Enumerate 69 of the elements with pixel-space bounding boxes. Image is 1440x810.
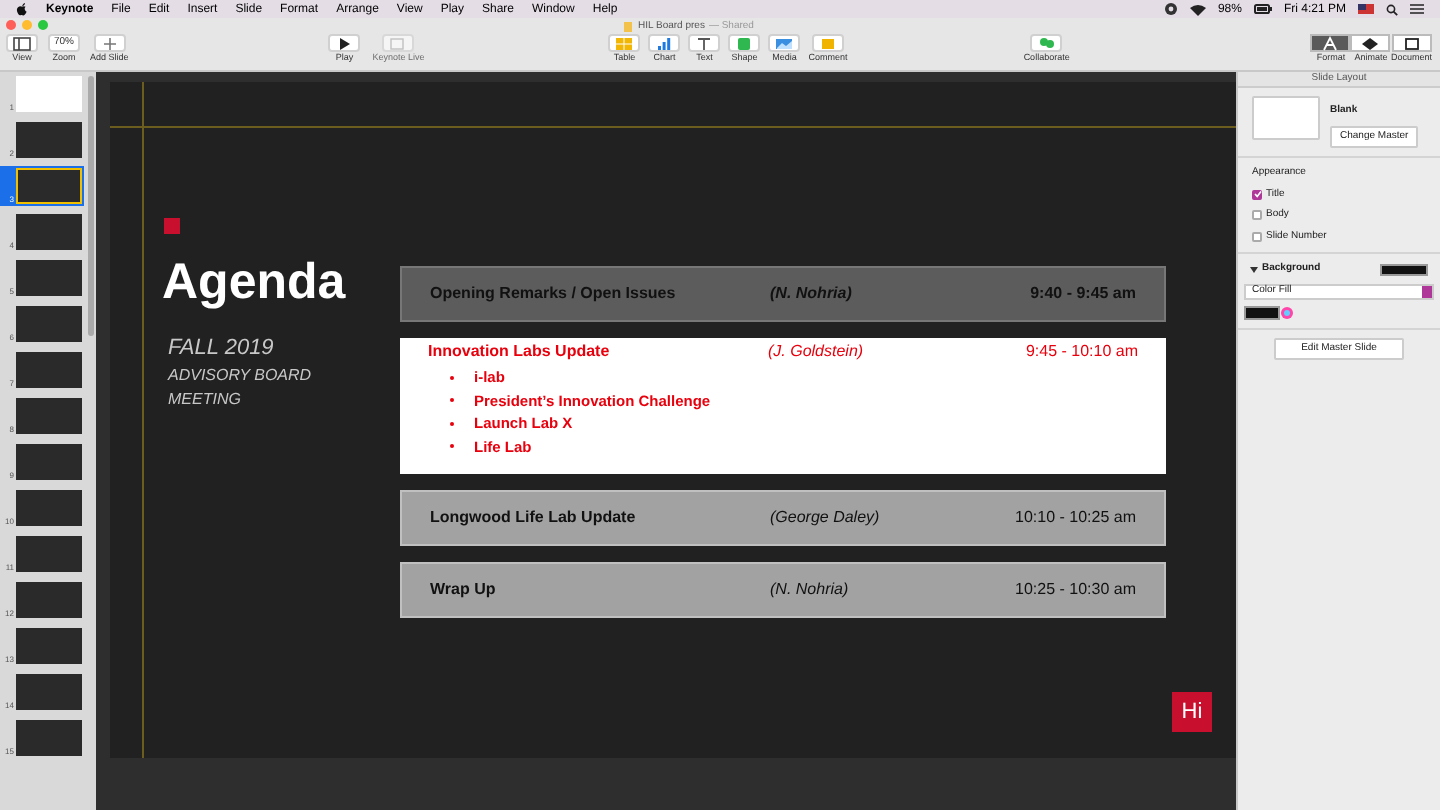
- logo-badge: Hi: [1172, 692, 1212, 732]
- document-icon: [624, 22, 634, 33]
- inspector-tab[interactable]: [1310, 34, 1351, 52]
- inspector-tab[interactable]: [1350, 34, 1391, 52]
- subtitle-line: ADVISORY BOARD: [168, 368, 312, 384]
- toolbar-button[interactable]: [688, 34, 721, 52]
- agenda-topic: Opening Remarks / Open Issues: [430, 286, 678, 302]
- slide-title: Agenda: [162, 258, 346, 308]
- slide-thumbnail: [16, 674, 82, 710]
- agenda-time: 10:25 - 10:30 am: [1015, 582, 1136, 598]
- apple-logo-icon: [16, 2, 28, 16]
- checkbox[interactable]: [1252, 210, 1262, 221]
- inspector-tab[interactable]: [1391, 34, 1432, 52]
- slide-thumbnail: [16, 720, 82, 756]
- accent-square: [164, 218, 180, 234]
- agenda-time: 10:10 - 10:25 am: [1015, 510, 1136, 526]
- agenda-topic: Innovation Labs Update: [428, 344, 612, 360]
- battery-icon: [1253, 4, 1272, 14]
- agenda-presenter: (N. Nohria): [770, 286, 854, 302]
- people-icon: [1038, 36, 1055, 50]
- shape-icon: [734, 35, 755, 51]
- scrollbar[interactable]: [88, 76, 94, 336]
- toolbar-button[interactable]: [6, 34, 38, 52]
- agenda-presenter: (J. Goldstein): [768, 344, 866, 360]
- view-icon: [12, 35, 32, 51]
- text-icon: [694, 35, 715, 51]
- media-icon: [774, 35, 795, 51]
- list-icon: [1410, 4, 1424, 14]
- comment-icon: [818, 35, 839, 51]
- slide-thumbnail: [16, 306, 82, 342]
- animate-icon: [1360, 35, 1381, 51]
- slide-thumbnail: [16, 398, 82, 434]
- live-icon: [388, 35, 409, 51]
- slide-thumbnail: [16, 260, 82, 296]
- slide-thumbnail: [16, 628, 82, 664]
- toolbar-button[interactable]: [328, 34, 361, 52]
- master-thumbnail[interactable]: [1252, 96, 1320, 140]
- subtitle-line: FALL 2019: [168, 338, 276, 360]
- agenda-topic: Wrap Up: [430, 582, 498, 598]
- color-well[interactable]: [1244, 305, 1280, 319]
- collaborate-button[interactable]: [1030, 34, 1063, 52]
- table-icon: [614, 35, 635, 51]
- color-wheel-icon: [1280, 305, 1294, 319]
- chart-icon: [654, 35, 675, 51]
- document-icon: [1401, 35, 1422, 51]
- agenda-topic: Longwood Life Lab Update: [430, 510, 638, 526]
- agenda-presenter: (N. Nohria): [770, 582, 851, 598]
- slide-thumbnail: [16, 536, 82, 572]
- wifi-icon: [1189, 3, 1206, 15]
- flag-icon: [1358, 4, 1374, 14]
- slide-thumbnail: [16, 582, 82, 618]
- agenda-time: 9:40 - 9:45 am: [1030, 286, 1136, 302]
- agenda-time: 9:45 - 10:10 am: [1025, 344, 1138, 360]
- slide-thumbnail: [16, 168, 82, 204]
- add-icon: [99, 35, 120, 51]
- check-icon: [1253, 190, 1261, 199]
- color-well[interactable]: [1380, 263, 1428, 276]
- slide-thumbnail: [16, 76, 82, 112]
- slide-thumbnail: [16, 122, 82, 158]
- agenda-presenter: (George Daley): [770, 510, 882, 526]
- slide-thumbnail: [16, 444, 82, 480]
- slide-thumbnail: [16, 214, 82, 250]
- format-icon: [1320, 35, 1341, 51]
- checkbox[interactable]: [1252, 231, 1262, 242]
- slide-thumbnail: [16, 490, 82, 526]
- slide-thumbnail: [16, 352, 82, 388]
- subtitle-line: MEETING: [168, 392, 243, 408]
- search-icon: [1386, 3, 1398, 15]
- play-icon: [334, 35, 355, 51]
